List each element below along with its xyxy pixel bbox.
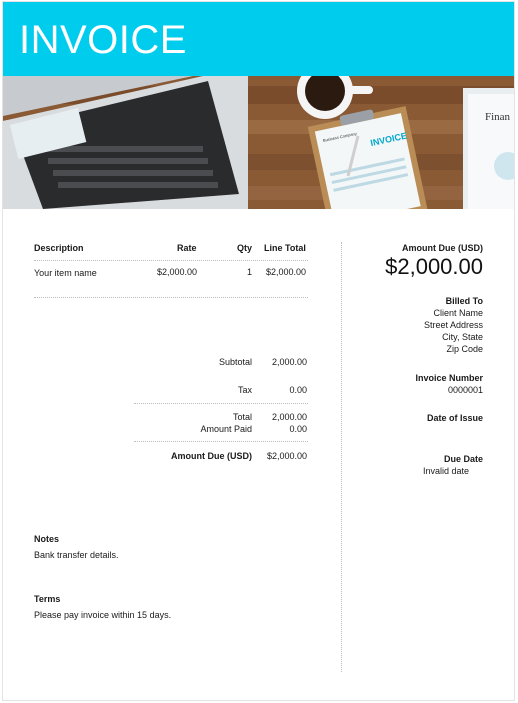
subtotal-label: Subtotal xyxy=(218,357,252,367)
amount-due-label: Amount Due (USD) xyxy=(171,451,252,461)
total-label: Total xyxy=(232,412,252,422)
tax-value: 0.00 xyxy=(289,385,307,395)
finance-doc-text: Finan xyxy=(485,111,511,123)
billed-to-zip: Zip Code xyxy=(446,344,483,354)
desk-photo-illustration: INVOICE Business Company Finan xyxy=(3,76,514,209)
notes-text: Bank transfer details. xyxy=(34,550,119,560)
amount-due-value: $2,000.00 xyxy=(266,451,307,461)
amount-paid-value: 0.00 xyxy=(289,424,307,434)
due-date-value: Invalid date xyxy=(422,466,469,476)
row-divider xyxy=(34,297,308,298)
due-date-label: Due Date xyxy=(443,454,483,464)
terms-text: Please pay invoice within 15 days. xyxy=(34,610,172,620)
subtotal-value: 2,000.00 xyxy=(271,357,307,367)
billed-to-label: Billed To xyxy=(445,296,483,306)
amount-due-divider xyxy=(134,441,308,442)
invoice-number-label: Invoice Number xyxy=(415,373,483,383)
sidebar-amount-due-label: Amount Due (USD) xyxy=(402,243,483,253)
invoice-number-value: 0000001 xyxy=(447,385,483,395)
tax-label: Tax xyxy=(237,385,252,395)
column-divider xyxy=(341,242,342,672)
invoice-page: INVOICE INVOICE Business Company Finan D… xyxy=(2,1,515,701)
column-header-description: Description xyxy=(34,243,84,253)
billed-to-name: Client Name xyxy=(433,308,483,318)
column-header-rate: Rate xyxy=(177,243,197,253)
column-header-line-total: Line Total xyxy=(264,243,306,253)
column-header-qty: Qty xyxy=(237,243,253,253)
header-bar: INVOICE xyxy=(3,2,514,76)
amount-paid-label: Amount Paid xyxy=(200,424,252,434)
totals-divider xyxy=(134,403,308,404)
date-of-issue-label: Date of Issue xyxy=(426,413,483,423)
invoice-title: INVOICE xyxy=(19,18,187,62)
terms-label: Terms xyxy=(34,594,61,604)
notes-label: Notes xyxy=(34,534,60,544)
billed-to-city: City, State xyxy=(442,332,483,342)
item-qty: 1 xyxy=(247,267,253,277)
billed-to-street: Street Address xyxy=(423,320,483,330)
header-photo: INVOICE Business Company Finan xyxy=(3,76,514,209)
item-description: Your item name xyxy=(34,268,97,278)
total-value: 2,000.00 xyxy=(271,412,307,422)
item-line-total: $2,000.00 xyxy=(266,267,307,277)
item-rate: $2,000.00 xyxy=(157,267,198,277)
header-divider xyxy=(34,260,308,261)
sidebar-amount-due-value: $2,000.00 xyxy=(385,254,483,279)
